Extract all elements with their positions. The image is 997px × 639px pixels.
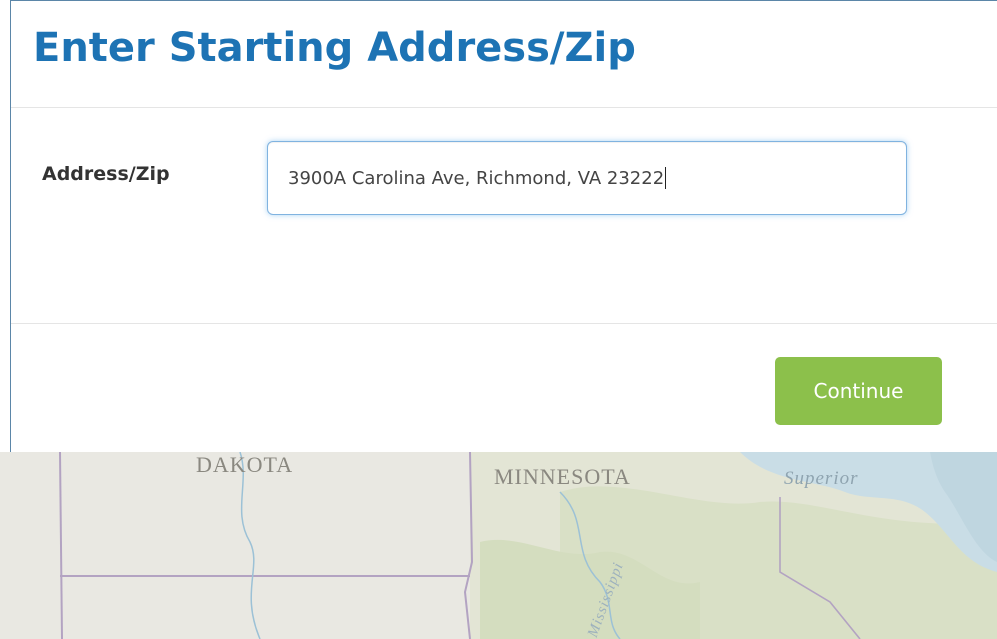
map-label-minnesota: MINNESOTA bbox=[494, 464, 631, 489]
start-address-dialog: Enter Starting Address/Zip Address/Zip 3… bbox=[10, 0, 997, 452]
address-input-value: 3900A Carolina Ave, Richmond, VA 23222 bbox=[288, 167, 665, 189]
map-label-dakota: DAKOTA bbox=[196, 452, 294, 477]
text-caret bbox=[665, 167, 667, 189]
address-zip-label: Address/Zip bbox=[42, 163, 170, 185]
dialog-title: Enter Starting Address/Zip bbox=[33, 25, 636, 71]
dialog-footer: Continue bbox=[11, 324, 997, 453]
dialog-header: Enter Starting Address/Zip bbox=[11, 1, 997, 108]
continue-button[interactable]: Continue bbox=[775, 357, 942, 425]
map-background[interactable]: DAKOTA MINNESOTA Superior Mississippi bbox=[0, 452, 997, 639]
map-label-lake-superior: Superior bbox=[784, 468, 859, 489]
dialog-body: Address/Zip 3900A Carolina Ave, Richmond… bbox=[11, 108, 997, 324]
address-zip-input[interactable]: 3900A Carolina Ave, Richmond, VA 23222 bbox=[267, 141, 907, 215]
